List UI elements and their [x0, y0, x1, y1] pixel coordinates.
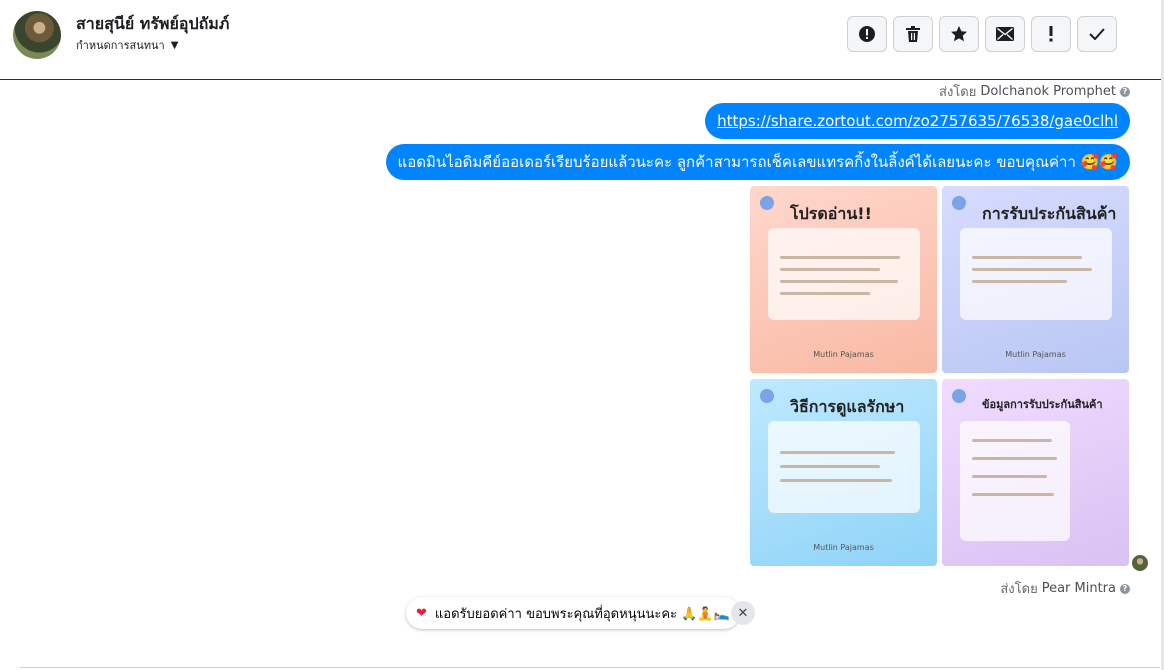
mark-done-button[interactable] — [1077, 16, 1117, 52]
sent-by-prefix: ส่งโดย — [1000, 582, 1038, 597]
trash-icon — [906, 26, 920, 42]
image-title: วิธีการดูแลรักษา — [790, 397, 905, 416]
image-title: การรับประกันสินค้า — [982, 204, 1117, 223]
alert-circle-icon — [859, 26, 875, 42]
quick-reply-chip[interactable]: ❤ แอดรับยอดค่าา ขอบพระคุณที่อุดหนุนนะคะ … — [406, 597, 740, 629]
assign-conversation-dropdown[interactable]: กำหนดการสนทนา ▼ — [76, 36, 178, 54]
brand-logo-icon — [760, 389, 774, 403]
sender-name: Pear Mintra — [1041, 581, 1116, 596]
envelope-icon — [996, 27, 1014, 41]
assign-label: กำหนดการสนทนา — [76, 39, 165, 52]
text-line — [972, 256, 1082, 259]
text-line — [972, 280, 1067, 283]
image-card — [768, 228, 920, 320]
image-footer: Mutlin Pajamas — [1005, 350, 1066, 359]
help-icon[interactable]: ? — [1120, 583, 1130, 594]
quick-reply-text: แอดรับยอดค่าา ขอบพระคุณที่อุดหนุนนะคะ 🙏🧘… — [434, 606, 730, 622]
sent-by-label: ส่งโดย Dolchanok Promphet ? — [939, 81, 1130, 102]
text-line — [972, 475, 1047, 478]
text-line — [780, 256, 900, 259]
text-line — [780, 280, 898, 283]
chevron-down-icon: ▼ — [170, 39, 179, 51]
message-image-warranty[interactable]: การรับประกันสินค้า Mutlin Pajamas — [942, 186, 1129, 373]
conversation-header: สายสุนีย์ ทรัพย์อุปถัมภ์ กำหนดการสนทนา ▼ — [0, 0, 1161, 80]
contact-avatar[interactable] — [13, 11, 61, 59]
message-text-bubble: แอดมินไอดิมคีย์ออเดอร์เรียบร้อยแล้วนะคะ … — [385, 144, 1130, 180]
brand-logo-icon — [952, 196, 966, 210]
contact-name: สายสุนีย์ ทรัพย์อุปถัมภ์ — [76, 14, 230, 33]
heart-icon: ❤ — [416, 605, 427, 621]
text-line — [780, 292, 870, 295]
text-line — [972, 493, 1054, 496]
exclamation-icon — [1049, 26, 1053, 42]
text-line — [780, 268, 880, 271]
text-line — [780, 465, 880, 468]
check-icon — [1089, 28, 1105, 40]
text-line — [972, 457, 1057, 460]
image-footer: Mutlin Pajamas — [813, 543, 874, 552]
image-footer: Mutlin Pajamas — [813, 350, 874, 359]
image-title: ข้อมูลการรับประกันสินค้า — [982, 398, 1103, 411]
message-image-warranty-info[interactable]: ข้อมูลการรับประกันสินค้า — [942, 379, 1129, 566]
help-icon[interactable]: ? — [1120, 86, 1130, 97]
dismiss-reply-button[interactable]: ✕ — [731, 601, 755, 625]
mark-spam-button[interactable] — [847, 16, 887, 52]
image-title: โปรดอ่าน!! — [790, 204, 872, 223]
follow-up-button[interactable] — [1031, 16, 1071, 52]
image-card — [960, 228, 1112, 320]
text-line — [972, 439, 1052, 442]
divider — [20, 667, 1160, 668]
star-icon — [951, 26, 967, 42]
text-line — [972, 268, 1092, 271]
sent-by-prefix: ส่งโดย — [939, 85, 977, 100]
mark-unread-button[interactable] — [985, 16, 1025, 52]
star-button[interactable] — [939, 16, 979, 52]
text-line — [780, 451, 895, 454]
sender-name: Dolchanok Promphet — [980, 84, 1116, 99]
delete-button[interactable] — [893, 16, 933, 52]
conversation-toolbar — [847, 16, 1117, 52]
text-line — [780, 479, 892, 482]
sent-by-label: ส่งโดย Pear Mintra ? — [1000, 578, 1130, 599]
brand-logo-icon — [952, 389, 966, 403]
seen-avatar — [1132, 555, 1148, 571]
message-link-bubble[interactable]: https://share.zortout.com/zo2757635/7653… — [705, 103, 1130, 139]
message-image-read-first[interactable]: โปรดอ่าน!! Mutlin Pajamas — [750, 186, 937, 373]
message-image-care-guide[interactable]: วิธีการดูแลรักษา Mutlin Pajamas — [750, 379, 937, 566]
brand-logo-icon — [760, 196, 774, 210]
